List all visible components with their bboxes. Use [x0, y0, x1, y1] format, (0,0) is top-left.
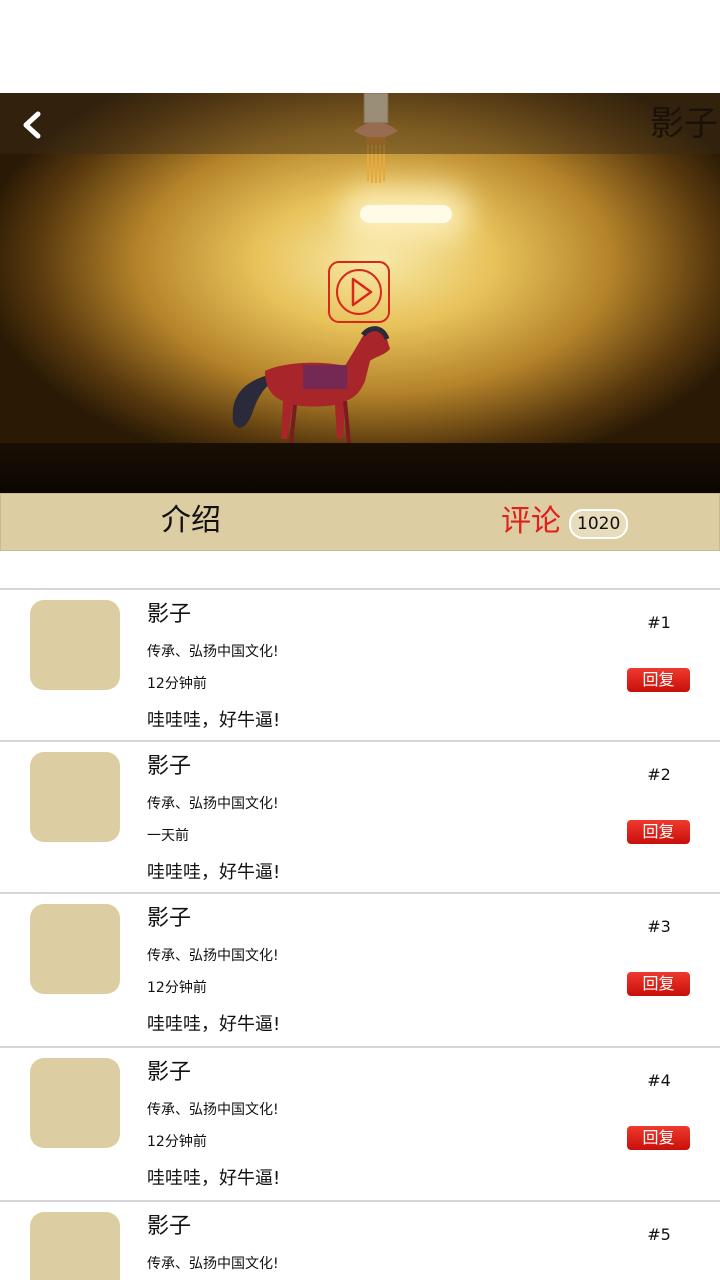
shadow-puppet-horse-image [232, 326, 390, 444]
commenter-name: 影子 [147, 754, 192, 779]
stage-floor [0, 443, 720, 493]
avatar[interactable] [30, 904, 120, 994]
commenter-name: 影子 [147, 1060, 192, 1085]
reply-button[interactable]: 回复 [627, 820, 690, 844]
comment-floor-number: #1 [647, 613, 671, 632]
comment-list: 影子 传承、弘扬中国文化! 12分钟前 哇哇哇，好牛逼! #1 回复 影子 传承… [0, 588, 720, 1280]
comment-item: 影子 传承、弘扬中国文化! 12分钟前 哇哇哇，好牛逼! #1 回复 [0, 588, 720, 740]
commenter-signature: 传承、弘扬中国文化! [147, 1102, 279, 1118]
commenter-signature: 传承、弘扬中国文化! [147, 796, 279, 812]
tab-intro[interactable]: 介绍 [141, 494, 241, 550]
video-title: 影子 [650, 104, 718, 144]
video-player[interactable]: 影子 [0, 93, 720, 493]
commenter-name: 影子 [147, 1214, 192, 1239]
tab-comments[interactable]: 评论 1020 [501, 494, 629, 550]
avatar[interactable] [30, 752, 120, 842]
comment-text: 哇哇哇，好牛逼! [147, 1014, 281, 1035]
commenter-name: 影子 [147, 602, 192, 627]
avatar[interactable] [30, 600, 120, 690]
comment-time: 12分钟前 [147, 676, 207, 692]
comment-item: 影子 传承、弘扬中国文化! #5 [0, 1200, 720, 1280]
avatar[interactable] [30, 1212, 120, 1280]
comment-count-badge: 1020 [569, 509, 629, 539]
comment-text: 哇哇哇，好牛逼! [147, 710, 281, 731]
reply-button[interactable]: 回复 [627, 1126, 690, 1150]
chevron-left-icon [23, 111, 41, 139]
video-header-bar: 影子 [0, 93, 720, 154]
play-button[interactable] [327, 260, 391, 324]
tab-comments-label: 评论 [501, 504, 561, 539]
reply-button[interactable]: 回复 [627, 668, 690, 692]
reply-button[interactable]: 回复 [627, 972, 690, 996]
comment-item: 影子 传承、弘扬中国文化! 12分钟前 哇哇哇，好牛逼! #3 回复 [0, 892, 720, 1046]
comment-time: 一天前 [147, 828, 189, 844]
commenter-signature: 传承、弘扬中国文化! [147, 948, 279, 964]
commenter-signature: 传承、弘扬中国文化! [147, 644, 279, 660]
comment-text: 哇哇哇，好牛逼! [147, 862, 281, 883]
back-button[interactable] [12, 105, 52, 145]
screen: 影子 介绍 评论 1020 影子 传承、弘扬中国文化! 12分钟前 哇哇哇，好牛… [0, 0, 720, 1280]
tab-bar: 介绍 评论 1020 [0, 493, 720, 551]
comment-time: 12分钟前 [147, 980, 207, 996]
play-icon [328, 261, 390, 323]
comment-item: 影子 传承、弘扬中国文化! 一天前 哇哇哇，好牛逼! #2 回复 [0, 740, 720, 892]
comment-floor-number: #3 [647, 917, 671, 936]
commenter-signature: 传承、弘扬中国文化! [147, 1256, 279, 1272]
comment-time: 12分钟前 [147, 1134, 207, 1150]
comment-floor-number: #4 [647, 1071, 671, 1090]
comment-floor-number: #5 [647, 1225, 671, 1244]
comment-text: 哇哇哇，好牛逼! [147, 1168, 281, 1189]
comment-floor-number: #2 [647, 765, 671, 784]
comment-item: 影子 传承、弘扬中国文化! 12分钟前 哇哇哇，好牛逼! #4 回复 [0, 1046, 720, 1200]
stage-light [360, 205, 452, 223]
avatar[interactable] [30, 1058, 120, 1148]
commenter-name: 影子 [147, 906, 192, 931]
